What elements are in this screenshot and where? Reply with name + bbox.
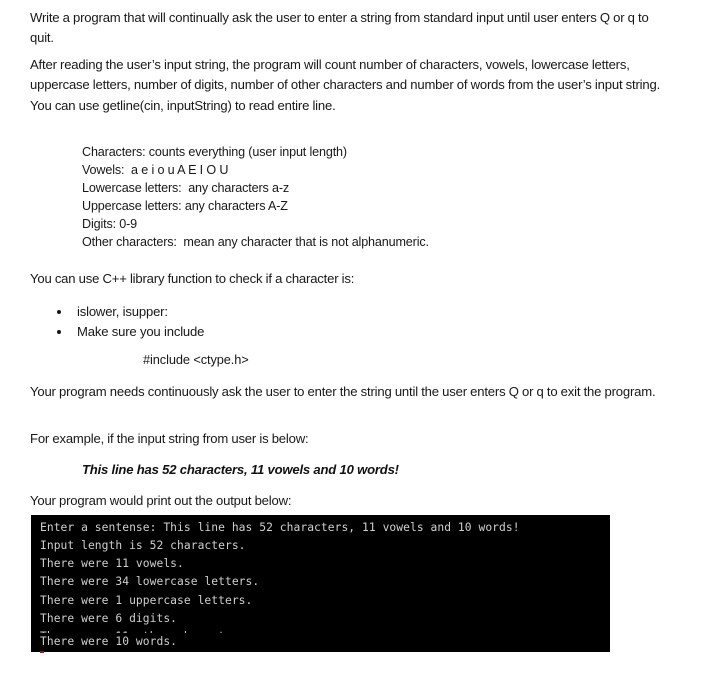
terminal-line-digits: There were 6 digits. xyxy=(40,612,178,625)
terminal-output-block: Enter a sentense: This line has 52 chara… xyxy=(31,515,610,652)
list-item-label: islower, isupper: xyxy=(77,304,168,319)
definition-digits: Digits: 0-9 xyxy=(82,217,138,232)
document-page: Write a program that will continually as… xyxy=(0,0,702,687)
terminal-line-uppercase: There were 1 uppercase letters. xyxy=(40,594,253,607)
definition-uppercase: Uppercase letters: any characters A-Z xyxy=(82,199,288,214)
terminal-line-prompt: Enter a sentense: This line has 52 chara… xyxy=(40,521,520,534)
definition-lowercase: Lowercase letters: any characters a-z xyxy=(82,181,290,196)
definition-vowels: Vowels: a e i o u A E I O U xyxy=(82,163,229,178)
include-directive: #include <ctype.h> xyxy=(143,352,249,367)
paragraph-library-function: You can use C++ library function to chec… xyxy=(30,271,355,286)
terminal-line-lowercase: There were 34 lowercase letters. xyxy=(40,575,260,588)
bullet-dot-icon xyxy=(57,330,61,334)
definition-other-characters: Other characters: mean any character tha… xyxy=(82,235,429,250)
terminal-output-block-tail: There were 10 words. xyxy=(31,633,610,652)
paragraph-loop-requirement: Your program needs continuously ask the … xyxy=(30,384,656,399)
list-item-label: Make sure you include xyxy=(77,324,205,339)
terminal-cursor xyxy=(40,651,44,653)
terminal-line-length: Input length is 52 characters. xyxy=(40,539,246,552)
definitions-block: Characters: counts everything (user inpu… xyxy=(82,143,642,252)
paragraph-example-intro: For example, if the input string from us… xyxy=(30,431,309,446)
example-input-string: This line has 52 characters, 11 vowels a… xyxy=(82,462,399,477)
list-item: Make sure you include xyxy=(30,322,630,342)
definition-characters: Characters: counts everything (user inpu… xyxy=(82,145,347,159)
paragraph-output-intro: Your program would print out the output … xyxy=(30,493,292,508)
bullet-dot-icon xyxy=(57,310,61,314)
terminal-line-words: There were 10 words. xyxy=(40,635,178,648)
list-item: islower, isupper: xyxy=(30,302,630,322)
terminal-line-vowels: There were 11 vowels. xyxy=(40,557,184,570)
paragraph-requirements: After reading the user’s input string, t… xyxy=(30,57,661,113)
paragraph-intro: Write a program that will continually as… xyxy=(30,10,649,46)
bullet-list: islower, isupper: Make sure you include xyxy=(30,302,630,342)
